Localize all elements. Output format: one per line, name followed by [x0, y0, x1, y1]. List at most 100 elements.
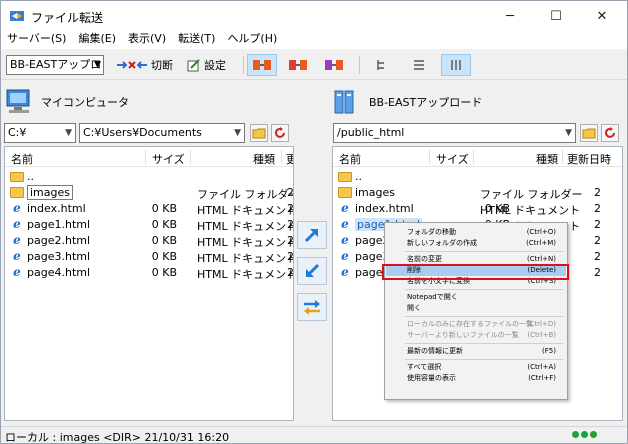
download-button[interactable] [297, 257, 327, 285]
menu-bar: サーバー(S) 編集(E) 表示(V) 転送(T) ヘルプ(H) [1, 31, 627, 49]
menu-server[interactable]: サーバー(S) [1, 31, 72, 49]
status-text: ローカル : images <DIR> 21/10/31 16:20 [5, 431, 230, 444]
context-menu-item[interactable]: サーバーより新しいファイルの一覧 (Ctrl+B) [386, 330, 566, 341]
list-item[interactable]: e page3.html 0 KB HTML ドキュメント 2 [5, 249, 293, 265]
upload-arrow-icon [304, 228, 319, 243]
detail-view-button[interactable] [441, 54, 471, 76]
context-menu-shortcut: (Ctrl+B) [527, 331, 556, 339]
html-file-icon: e [341, 201, 349, 215]
list-icon [414, 60, 424, 70]
sync-both-icon [253, 60, 271, 70]
sync-right-icon [325, 60, 343, 70]
sync-button[interactable] [297, 293, 327, 321]
file-size: 0 KB [151, 218, 177, 231]
list-item[interactable]: e index.html 0 KB HTML ドキュメント 2 [333, 201, 622, 217]
context-menu-item[interactable]: Notepadで開く [386, 292, 566, 303]
close-button[interactable]: ✕ [579, 1, 625, 31]
folder-icon [10, 187, 24, 198]
remote-path-row: /public_html ▼ [333, 123, 623, 143]
file-name: page2.html [27, 234, 91, 247]
context-menu-item[interactable]: 使用容量の表示 (Ctrl+F) [386, 373, 566, 384]
view-mode-button-1[interactable] [247, 54, 277, 76]
upload-button[interactable] [297, 221, 327, 249]
file-type: HTML ドキュメント [197, 268, 294, 281]
maximize-button[interactable]: ☐ [533, 1, 579, 31]
context-menu-item[interactable]: すべて選択 (Ctrl+A) [386, 362, 566, 373]
file-modified: 2 [594, 250, 601, 263]
local-col-size[interactable]: サイズ [152, 151, 185, 167]
file-name: .. [27, 170, 34, 183]
context-menu-label: 新しいフォルダの作成 [407, 239, 477, 247]
list-item[interactable]: .. [333, 169, 622, 185]
server-select[interactable]: BB-EASTアップロ ▼ [6, 55, 104, 75]
file-name: page3.html [27, 250, 91, 263]
status-bar: ローカル : images <DIR> 21/10/31 16:20 [1, 426, 627, 444]
list-item[interactable]: e index.html 0 KB HTML ドキュメント 2 [5, 201, 293, 217]
menu-separator [405, 343, 563, 344]
menu-help[interactable]: ヘルプ(H) [221, 31, 283, 49]
context-menu-shortcut: (Ctrl+D) [526, 320, 556, 328]
remote-panel-header: BB-EASTアップロード [333, 81, 482, 123]
local-refresh-button[interactable] [271, 124, 289, 142]
local-col-type[interactable]: 種類 [253, 151, 275, 167]
file-size: 0 KB [151, 250, 177, 263]
sync-left-icon [289, 60, 307, 70]
list-item[interactable]: e page2.html 0 KB HTML ドキュメント 2 [5, 233, 293, 249]
remote-col-type[interactable]: 種類 [536, 151, 558, 167]
file-type: ファイル フォルダー [197, 188, 294, 201]
remote-open-folder-button[interactable] [580, 124, 598, 142]
context-menu-shortcut: (Ctrl+M) [526, 239, 556, 247]
remote-col-size[interactable]: サイズ [436, 151, 469, 167]
list-item[interactable]: images ファイル フォルダー 2 [5, 185, 293, 201]
menu-edit[interactable]: 編集(E) [72, 31, 122, 49]
menu-view[interactable]: 表示(V) [122, 31, 172, 49]
context-menu-item[interactable]: 新しいフォルダの作成 (Ctrl+M) [386, 238, 566, 249]
list-item[interactable]: .. [5, 169, 293, 185]
local-drive-select[interactable]: C:¥ ▼ [4, 123, 76, 143]
remote-path-combo[interactable]: /public_html ▼ [333, 123, 576, 143]
title-bar: ファイル転送 ─ ☐ ✕ [1, 1, 627, 31]
context-menu-item[interactable]: 開く [386, 303, 566, 314]
remote-refresh-button[interactable] [601, 124, 619, 142]
menu-separator [405, 316, 563, 317]
list-item[interactable]: e page1.html 0 KB HTML ドキュメント2 [5, 217, 293, 233]
context-menu-item[interactable]: フォルダの移動 (Ctrl+O) [386, 227, 566, 238]
file-name: .. [355, 170, 362, 183]
local-path-combo[interactable]: C:¥Users¥Documents ▼ [79, 123, 245, 143]
file-type: HTML ドキュメント [197, 236, 294, 249]
remote-panel-title: BB-EASTアップロード [369, 96, 483, 109]
tree-view-button[interactable] [367, 54, 397, 76]
file-modified: 2 [594, 186, 601, 199]
view-mode-button-2[interactable] [283, 54, 313, 76]
chevron-down-icon: ▼ [65, 128, 72, 138]
file-size: 0 KB [151, 234, 177, 247]
file-modified: 2 [594, 202, 601, 215]
edit-settings-icon [187, 59, 200, 72]
context-menu-label: 使用容量の表示 [407, 374, 456, 382]
file-size: 0 KB [151, 202, 177, 215]
view-mode-button-3[interactable] [319, 54, 349, 76]
context-menu-item[interactable]: 最新の情報に更新 (F5) [386, 346, 566, 357]
minimize-button[interactable]: ─ [487, 1, 533, 31]
remote-col-modified[interactable]: 更新日時 [567, 151, 611, 167]
list-view-button[interactable] [404, 54, 434, 76]
file-name: images [355, 186, 395, 199]
chevron-down-icon: ▼ [565, 128, 572, 138]
context-menu-item[interactable]: ローカルのみに存在するファイルの一覧 (Ctrl+D) [386, 319, 566, 330]
remote-col-name[interactable]: 名前 [339, 151, 361, 167]
file-modified: 2 [594, 218, 601, 231]
remote-path-value: /public_html [337, 126, 405, 139]
settings-button[interactable]: 設定 [187, 56, 226, 74]
folder-icon [338, 187, 352, 198]
local-open-folder-button[interactable] [250, 124, 268, 142]
list-item[interactable]: e page4.html 0 KB HTML ドキュメント 2 [5, 265, 293, 281]
local-col-name[interactable]: 名前 [11, 151, 33, 167]
computer-icon [6, 89, 30, 113]
local-file-list[interactable]: 名前 サイズ 種類 更 .. imagesファイル フォルダー2eindex.ht… [4, 146, 294, 421]
disconnect-button[interactable]: 切断 [116, 56, 173, 74]
connection-status-icon [572, 431, 597, 438]
toolbar-divider [243, 56, 244, 74]
list-item[interactable]: images ファイル フォルダー 2 [333, 185, 622, 201]
menu-transfer[interactable]: 転送(T) [172, 31, 221, 49]
local-col-modified[interactable]: 更 [286, 151, 293, 167]
